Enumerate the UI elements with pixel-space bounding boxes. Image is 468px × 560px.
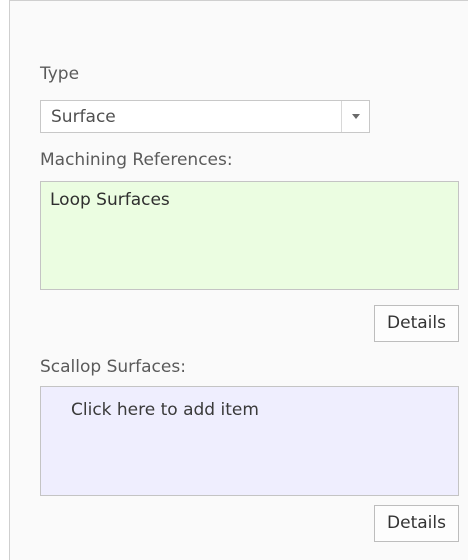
machining-references-list[interactable]: Loop Surfaces (40, 181, 459, 290)
machining-references-label: Machining References: (40, 150, 233, 170)
list-item[interactable]: Loop Surfaces (50, 189, 170, 211)
type-dropdown[interactable]: Surface (40, 100, 370, 133)
properties-panel: Type Surface Machining References: Loop … (9, 0, 468, 560)
scallop-surfaces-list[interactable]: Click here to add item (40, 386, 459, 496)
type-selected-value: Surface (51, 107, 116, 127)
add-item-placeholder[interactable]: Click here to add item (71, 399, 259, 421)
dropdown-button[interactable] (341, 101, 369, 132)
scallop-surfaces-label: Scallop Surfaces: (40, 357, 186, 377)
type-label: Type (40, 64, 80, 84)
chevron-down-icon (351, 114, 360, 119)
machining-references-details-button[interactable]: Details (374, 305, 459, 342)
scallop-surfaces-details-button[interactable]: Details (374, 505, 459, 542)
